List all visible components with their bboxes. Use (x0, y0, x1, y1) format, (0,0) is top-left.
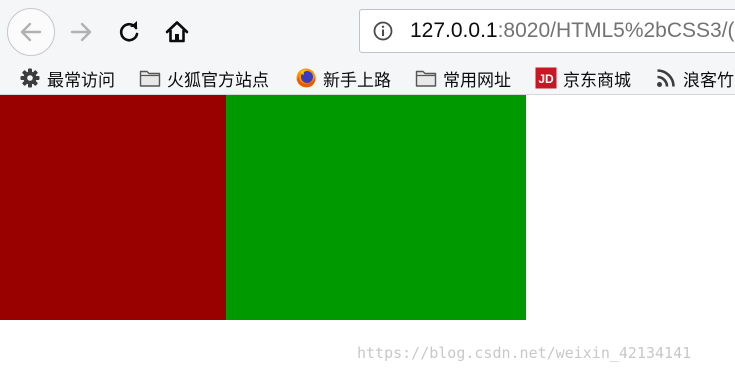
rss-icon (655, 67, 677, 89)
page-content: https://blog.csdn.net/weixin_42134141 (0, 95, 735, 373)
jd-icon: JD (535, 67, 557, 89)
bookmark-getting-started[interactable]: 新手上路 (295, 62, 391, 94)
bookmark-label: 浪客竹 (683, 70, 734, 91)
bookmark-most-visited[interactable]: 最常访问 (19, 62, 115, 94)
home-icon (165, 21, 189, 43)
bookmark-common-sites[interactable]: 常用网址 (415, 62, 511, 94)
back-button[interactable] (7, 8, 55, 56)
svg-text:JD: JD (538, 72, 554, 86)
reload-button[interactable] (112, 15, 146, 49)
url-text[interactable]: 127.0.0.1:8020/HTML5%2bCSS3/( (410, 19, 735, 43)
home-button[interactable] (160, 15, 194, 49)
url-host: 127.0.0.1 (410, 19, 498, 42)
red-box (0, 95, 226, 320)
url-path: :8020/HTML5%2bCSS3/( (497, 19, 735, 42)
green-box (226, 95, 526, 320)
info-icon[interactable] (372, 20, 394, 42)
forward-button[interactable] (64, 15, 98, 49)
bookmark-jd-mall[interactable]: JD 京东商城 (535, 62, 631, 94)
watermark-text: https://blog.csdn.net/weixin_42134141 (357, 344, 692, 362)
reload-icon (119, 21, 139, 42)
arrow-left-icon (20, 22, 42, 42)
bookmark-label: 新手上路 (323, 70, 391, 91)
bookmark-label: 京东商城 (563, 70, 631, 91)
url-bar[interactable]: 127.0.0.1:8020/HTML5%2bCSS3/( (359, 9, 735, 53)
bookmark-firefox-official[interactable]: 火狐官方站点 (139, 62, 269, 94)
bookmarks-toolbar: 最常访问 火狐官方站点 新手上路 常用网址 JD 京东商城 浪客竹 (0, 62, 735, 94)
arrow-right-icon (70, 22, 92, 42)
bookmark-label: 常用网址 (443, 70, 511, 91)
gear-icon (19, 67, 41, 89)
navigation-toolbar: 127.0.0.1:8020/HTML5%2bCSS3/( (0, 0, 735, 62)
firefox-icon (295, 67, 317, 89)
browser-chrome: 127.0.0.1:8020/HTML5%2bCSS3/( 最常访问 火狐官方站… (0, 0, 735, 95)
bookmark-label: 火狐官方站点 (167, 70, 269, 91)
bookmark-label: 最常访问 (47, 70, 115, 91)
folder-icon (139, 67, 161, 89)
bookmark-langkezhu[interactable]: 浪客竹 (655, 62, 734, 94)
folder-icon (415, 67, 437, 89)
